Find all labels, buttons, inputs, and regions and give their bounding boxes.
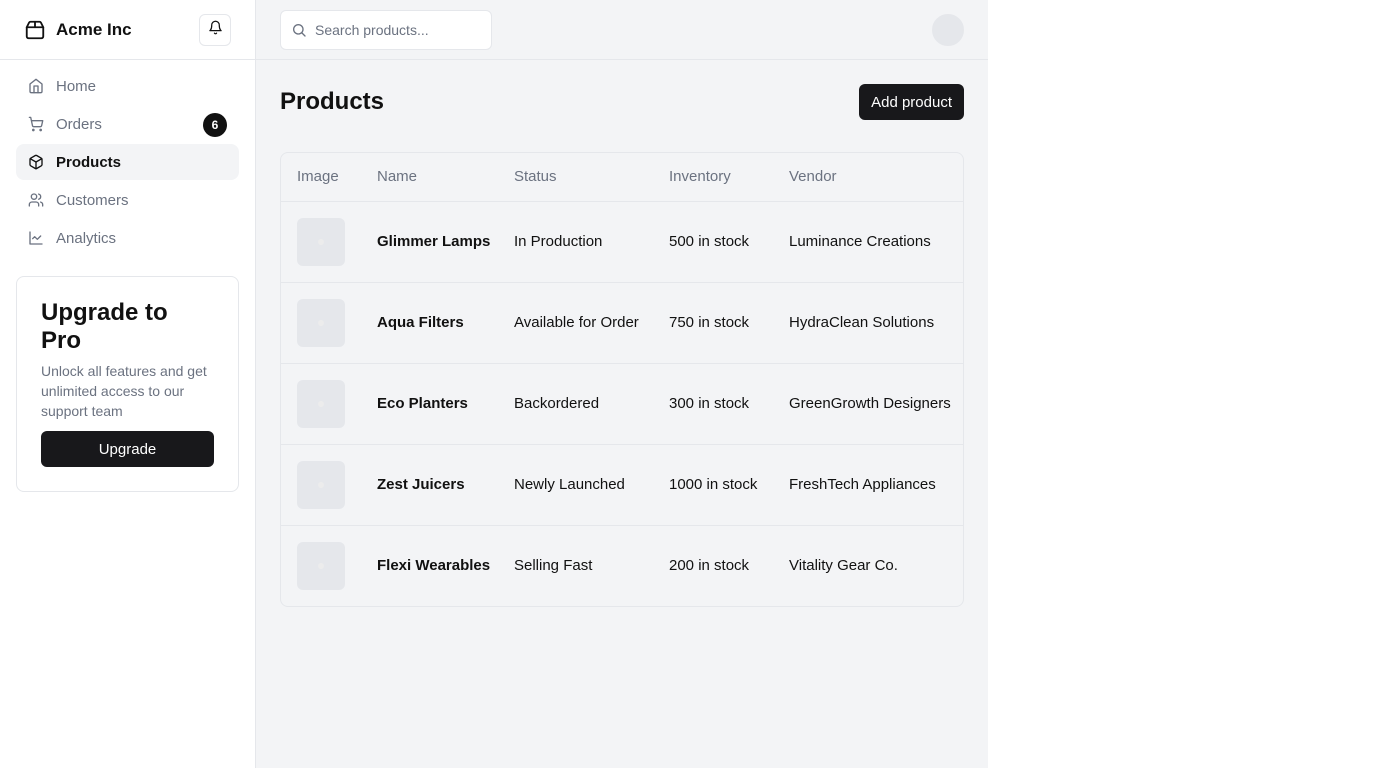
brand-name[interactable]: Acme Inc — [56, 20, 132, 40]
line-chart-icon — [28, 230, 44, 246]
search-input[interactable] — [315, 22, 485, 38]
package-icon — [28, 154, 44, 170]
products-table-card: Image Name Status Inventory Vendor Glimm… — [280, 152, 964, 607]
column-header-status: Status — [514, 153, 669, 202]
product-status: Available for Order — [514, 282, 669, 364]
product-name: Glimmer Lamps — [377, 201, 514, 283]
product-image — [297, 298, 345, 347]
product-vendor: Vitality Gear Co. — [789, 557, 898, 575]
search-box[interactable] — [280, 10, 492, 50]
products-table: Image Name Status Inventory Vendor Glimm… — [281, 153, 963, 606]
sidebar-item-label: Orders — [56, 115, 102, 133]
add-product-button[interactable]: Add product — [859, 84, 964, 120]
page-title: Products — [280, 88, 385, 115]
upgrade-button[interactable]: Upgrade — [41, 431, 214, 467]
table-row[interactable]: Eco Planters Backordered 300 in stock Gr… — [281, 363, 963, 445]
package-icon — [24, 19, 46, 41]
sidebar-item-label: Home — [56, 77, 97, 95]
column-header-name: Name — [377, 153, 514, 202]
column-header-vendor: Vendor — [789, 153, 963, 202]
sidebar-item-analytics[interactable]: Analytics — [16, 220, 239, 256]
table-header-row: Image Name Status Inventory Vendor — [281, 153, 963, 202]
product-vendor: HydraClean Solutions — [789, 282, 963, 364]
notifications-button[interactable] — [199, 14, 231, 46]
column-header-inventory: Inventory — [669, 153, 789, 202]
product-name: Zest Juicers — [377, 444, 514, 526]
upgrade-card: Upgrade to Pro Unlock all features and g… — [16, 276, 239, 492]
sidebar-item-home[interactable]: Home — [16, 68, 239, 104]
sidebar-item-orders[interactable]: Orders 6 — [16, 106, 239, 142]
product-inventory: 500 in stock — [669, 201, 789, 283]
product-name: Aqua Filters — [377, 282, 514, 364]
sidebar-item-label: Customers — [56, 191, 129, 209]
product-name: Flexi Wearables — [377, 557, 491, 575]
sidebar-item-label: Analytics — [56, 229, 117, 247]
product-vendor: GreenGrowth Designers — [789, 363, 963, 445]
product-vendor: FreshTech Appliances — [789, 444, 963, 526]
table-row[interactable]: Glimmer Lamps In Production 500 in stock… — [281, 201, 963, 283]
sidebar-nav: Home Orders 6 Products Customers Analyti… — [0, 60, 255, 256]
table-row[interactable]: Zest Juicers Newly Launched 1000 in stoc… — [281, 444, 963, 526]
upgrade-title: Upgrade to Pro — [41, 299, 168, 354]
product-inventory: 750 in stock — [669, 282, 789, 364]
product-inventory: 300 in stock — [669, 363, 789, 445]
product-status: Selling Fast — [514, 557, 593, 575]
product-image — [297, 541, 345, 590]
product-status: Backordered — [514, 363, 669, 445]
blank-area — [988, 0, 1376, 768]
column-header-image: Image — [281, 153, 377, 202]
top-bar — [256, 0, 988, 60]
product-vendor: Luminance Creations — [789, 201, 963, 283]
users-icon — [28, 192, 44, 208]
product-image — [297, 460, 345, 509]
sidebar: Acme Inc Home Orders 6 Products Customer… — [0, 0, 256, 768]
product-image — [297, 217, 345, 266]
product-name: Eco Planters — [377, 363, 514, 445]
brand-bar: Acme Inc — [0, 0, 255, 60]
main-content: Products Add product Image Name Status I… — [256, 0, 988, 768]
product-status: Newly Launched — [514, 444, 669, 526]
orders-count-badge: 6 — [203, 113, 227, 137]
table-row[interactable]: Flexi Wearables Selling Fast 200 in stoc… — [281, 525, 963, 606]
upgrade-description: Unlock all features and get unlimited ac… — [41, 363, 207, 419]
search-icon — [291, 22, 307, 38]
cart-icon — [28, 116, 44, 132]
home-icon — [28, 78, 44, 94]
page-header: Products Add product — [256, 60, 988, 144]
avatar[interactable] — [932, 14, 964, 46]
bell-icon — [208, 20, 223, 40]
sidebar-item-products[interactable]: Products — [16, 144, 239, 180]
product-inventory: 1000 in stock — [669, 444, 789, 526]
product-image — [297, 379, 345, 428]
product-inventory: 200 in stock — [669, 557, 750, 575]
sidebar-item-label: Products — [56, 153, 122, 171]
table-row[interactable]: Aqua Filters Available for Order 750 in … — [281, 282, 963, 364]
product-status: In Production — [514, 201, 669, 283]
sidebar-item-customers[interactable]: Customers — [16, 182, 239, 218]
